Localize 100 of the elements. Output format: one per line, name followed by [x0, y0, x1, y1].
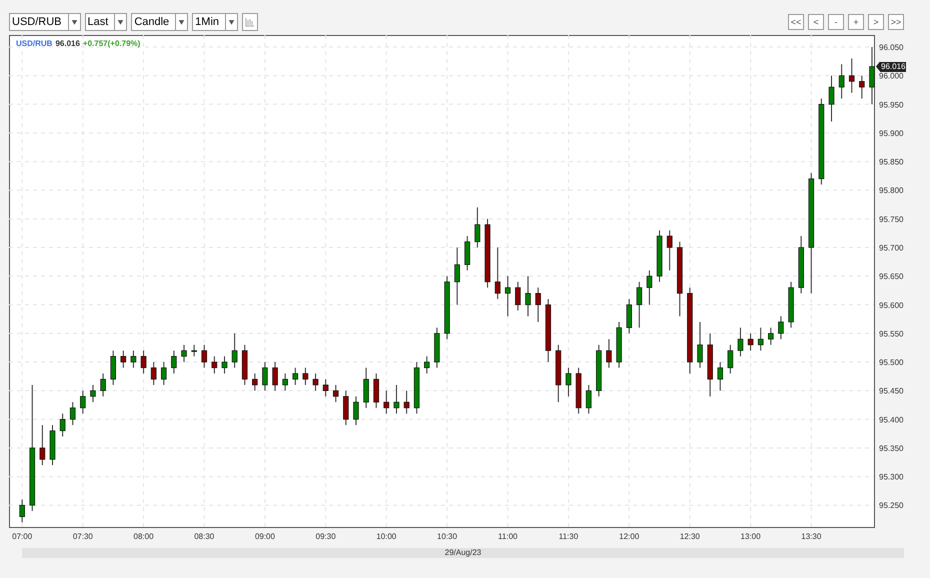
- candlestick: [859, 75, 865, 100]
- candlestick: [292, 367, 298, 386]
- navigation-button[interactable]: >>: [888, 14, 904, 30]
- navigation-button[interactable]: -: [828, 14, 844, 30]
- candlestick: [828, 75, 834, 122]
- candlestick: [717, 362, 724, 392]
- axis-tick-label: 12:30: [680, 532, 700, 541]
- axis-tick-label: 95.550: [879, 329, 904, 338]
- dropdown-select[interactable]: 1Min: [192, 13, 238, 31]
- axis-tick-label: 95.700: [879, 244, 904, 252]
- candlestick: [80, 390, 86, 414]
- axis-tick-label: 95.900: [879, 128, 904, 138]
- axis-tick-label: 13:30: [801, 532, 822, 541]
- candlestick: [798, 236, 804, 294]
- candlestick: [60, 413, 66, 437]
- candlestick: [778, 316, 784, 340]
- navigation-button[interactable]: <<: [788, 14, 804, 30]
- candlestick: [160, 362, 167, 386]
- candlestick: [201, 344, 208, 368]
- candlestick: [434, 327, 440, 368]
- dropdown-select[interactable]: Candle: [131, 13, 188, 31]
- candlestick: [586, 384, 592, 414]
- candlestick: [140, 350, 146, 374]
- candlestick: [50, 424, 56, 466]
- candlestick: [636, 281, 642, 328]
- candlestick: [768, 327, 774, 346]
- date-label: 29/Aug/23: [444, 549, 482, 557]
- candlestick: [697, 321, 703, 368]
- candlestick: [302, 367, 308, 386]
- candlestick: [738, 327, 744, 357]
- candlestick: [110, 350, 116, 386]
- candlestick: [262, 362, 268, 392]
- candlestick: [394, 384, 400, 414]
- candlestick: [150, 362, 156, 386]
- bars-icon: [245, 17, 256, 27]
- axis-tick-label: 95.600: [879, 300, 904, 310]
- axis-tick-label: 08:30: [194, 532, 214, 541]
- axis-tick-label: 95.300: [879, 472, 904, 482]
- navigation-button[interactable]: +: [848, 14, 864, 30]
- axis-tick-label: 10:30: [437, 532, 458, 541]
- navigation-button[interactable]: <: [808, 14, 824, 30]
- candlestick: [848, 58, 855, 94]
- candlestick: [322, 378, 328, 397]
- axis-tick-label: 95.250: [879, 501, 904, 510]
- candlestick: [332, 384, 339, 403]
- candlestick: [363, 367, 369, 408]
- candlestick: [424, 356, 430, 374]
- axis-tick-label: 95.650: [879, 272, 904, 282]
- candlestick: [484, 218, 490, 288]
- candlestick: [222, 356, 228, 374]
- price-value: 96.016: [55, 38, 80, 50]
- price-marker: 96.016: [880, 62, 906, 72]
- candlestick: [171, 350, 177, 374]
- candlestick: [242, 344, 248, 386]
- candlestick: [707, 332, 713, 397]
- axis-tick-label: 95.350: [879, 444, 904, 453]
- candlestick: [282, 373, 288, 392]
- candlestick: [404, 390, 410, 414]
- candlestick: [90, 384, 96, 403]
- candlestick: [252, 373, 258, 392]
- candlestick: [566, 367, 572, 397]
- axis-tick-label: 95.750: [879, 214, 904, 224]
- axis-tick-label: 95.400: [879, 415, 904, 424]
- dropdown-arrow-icon: [68, 14, 80, 30]
- candlestick: [212, 356, 218, 374]
- candlestick: [373, 373, 380, 408]
- candlestick: [788, 281, 794, 328]
- candlestick: [232, 332, 238, 368]
- candlestick: [464, 236, 470, 271]
- axis-tick-label: 95.850: [879, 158, 904, 167]
- candlestick: [353, 396, 359, 426]
- candlestick: [656, 230, 662, 282]
- dropdown-select[interactable]: USD/RUB: [9, 13, 81, 31]
- axis-tick-label: 09:00: [254, 532, 275, 541]
- candlestick: [728, 344, 734, 374]
- axis-tick-label: 13:00: [740, 532, 761, 541]
- symbol-label: USD/RUB: [16, 38, 52, 50]
- candlestick: [384, 390, 390, 414]
- axis-tick-label: 09:30: [316, 532, 336, 541]
- axis-tick-label: 96.050: [879, 43, 904, 52]
- candlestick: [130, 350, 136, 368]
- candlestick: [556, 344, 562, 403]
- candlestick: [40, 424, 46, 466]
- navigation-button[interactable]: >: [868, 14, 884, 30]
- candlestick: [181, 344, 187, 363]
- axis-tick-label: 95.950: [879, 100, 904, 110]
- price-marker-pointer: [876, 62, 880, 72]
- candlestick: [666, 230, 672, 271]
- candlestick: [474, 206, 480, 248]
- axis-tick-label: 96.000: [879, 72, 904, 81]
- candlestick: [454, 247, 460, 306]
- axis-tick-label: 95.450: [879, 386, 904, 396]
- candlestick: [596, 344, 602, 397]
- dropdown-select[interactable]: Last: [84, 13, 128, 31]
- candlestick: [100, 373, 106, 397]
- candlestick: [414, 362, 420, 414]
- chart-type-button[interactable]: [242, 13, 258, 31]
- candlestick: [606, 338, 612, 368]
- axis-tick-label: 07:00: [12, 532, 32, 541]
- candlestick: [191, 344, 197, 357]
